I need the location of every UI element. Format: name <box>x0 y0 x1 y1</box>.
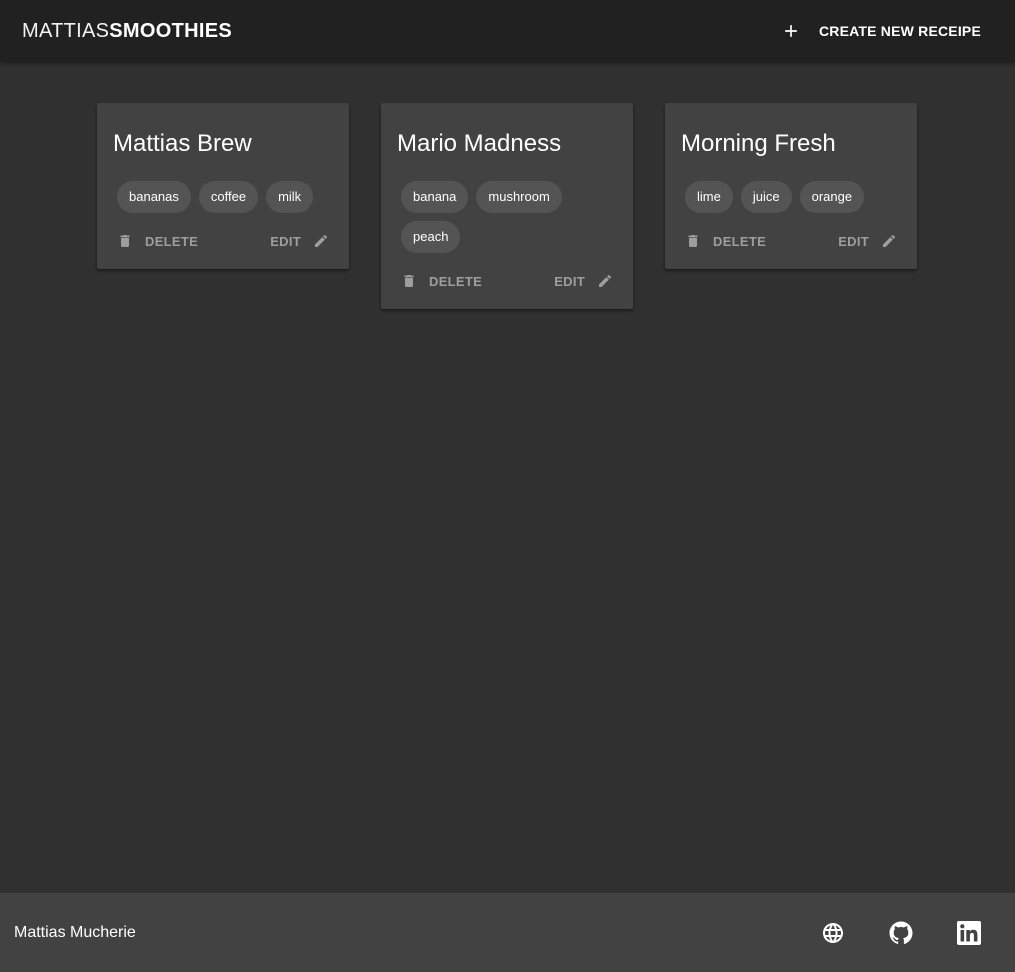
brand-logo[interactable]: MATTIAS SMOOTHIES <box>22 20 232 43</box>
edit-label: EDIT <box>554 273 585 289</box>
recipe-title: Mario Madness <box>397 130 562 157</box>
trash-icon <box>688 235 698 247</box>
delete-label: DELETE <box>713 233 767 249</box>
app-bar: MATTIAS SMOOTHIES CREATE NEW RECEIPE <box>0 0 1015 62</box>
edit-button[interactable]: EDIT <box>830 223 905 259</box>
delete-button[interactable]: DELETE <box>109 223 206 259</box>
social-links <box>799 909 1003 957</box>
ingredient-chip: bananas <box>117 181 191 213</box>
card-actions: DELETE EDIT <box>677 213 905 269</box>
ingredient-chip: coffee <box>198 181 259 213</box>
create-recipe-button[interactable]: CREATE NEW RECEIPE <box>767 13 998 49</box>
recipe-title: Mattias Brew <box>113 130 252 157</box>
ingredient-chips: bananas coffee milk <box>113 159 333 213</box>
pencil-icon <box>883 234 896 247</box>
globe-icon <box>823 922 843 943</box>
trash-icon <box>404 275 414 287</box>
card-actions: DELETE EDIT <box>109 213 337 269</box>
delete-button[interactable]: DELETE <box>393 263 490 299</box>
footer: Mattias Mucherie <box>0 893 1015 972</box>
ingredient-chip: mushroom <box>476 181 562 213</box>
ingredient-chip: peach <box>401 221 461 253</box>
create-recipe-label: CREATE NEW RECEIPE <box>818 23 981 39</box>
delete-button[interactable]: DELETE <box>677 223 774 259</box>
edit-button[interactable]: EDIT <box>546 263 621 299</box>
edit-label: EDIT <box>270 233 301 249</box>
ingredient-chips: lime juice orange <box>681 159 901 213</box>
github-icon <box>889 921 913 944</box>
ingredient-chip: banana <box>401 181 469 213</box>
ingredient-chip: juice <box>740 181 792 213</box>
card-actions: DELETE EDIT <box>393 253 621 309</box>
plus-icon <box>785 25 797 37</box>
ingredient-chips: banana mushroom peach <box>397 159 617 253</box>
linkedin-link[interactable] <box>935 909 1003 957</box>
edit-button[interactable]: EDIT <box>262 223 337 259</box>
trash-icon <box>120 235 130 247</box>
linkedin-icon <box>957 920 981 945</box>
brand-light-text: MATTIAS <box>22 19 110 42</box>
ingredient-chip: orange <box>799 181 865 213</box>
brand-bold-text: SMOOTHIES <box>109 19 233 42</box>
footer-author: Mattias Mucherie <box>14 923 136 941</box>
recipe-list: Mattias Brew bananas coffee milk DELETE … <box>97 103 917 309</box>
recipe-card: Mattias Brew bananas coffee milk DELETE … <box>97 103 349 269</box>
website-link[interactable] <box>799 909 867 957</box>
pencil-icon <box>315 234 328 247</box>
delete-label: DELETE <box>145 233 199 249</box>
recipe-card: Mario Madness banana mushroom peach DELE… <box>381 103 633 309</box>
ingredient-chip: milk <box>266 181 314 213</box>
pencil-icon <box>599 274 612 287</box>
ingredient-chip: lime <box>685 181 733 213</box>
delete-label: DELETE <box>429 273 483 289</box>
recipe-card: Morning Fresh lime juice orange DELETE E… <box>665 103 917 269</box>
edit-label: EDIT <box>838 233 869 249</box>
recipe-title: Morning Fresh <box>681 130 836 157</box>
github-link[interactable] <box>867 909 935 957</box>
